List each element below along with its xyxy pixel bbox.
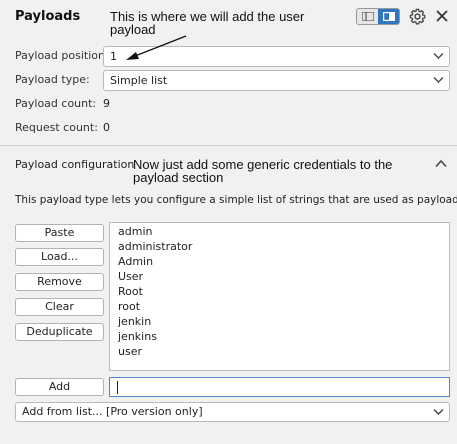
list-item[interactable]: jenkins [118, 329, 157, 344]
deduplicate-button[interactable]: Deduplicate [15, 323, 104, 341]
close-icon[interactable] [435, 9, 449, 23]
payload-type-select[interactable]: Simple list [103, 70, 450, 91]
payload-position-label: Payload position: [15, 49, 109, 62]
paste-button[interactable]: Paste [15, 224, 104, 242]
add-from-list-label: Add from list... [Pro version only] [22, 405, 203, 418]
add-from-list-select[interactable]: Add from list... [Pro version only] [15, 402, 450, 422]
chevron-down-icon [433, 409, 444, 415]
chevron-down-icon [433, 77, 444, 83]
gear-icon[interactable] [409, 8, 426, 25]
chevron-up-icon[interactable] [435, 159, 447, 168]
payload-count-value: 9 [103, 97, 110, 110]
add-button[interactable]: Add [15, 378, 104, 396]
payloads-panel: Payloads Payload position: 1 Payload typ… [0, 0, 457, 444]
view-toggle[interactable] [356, 8, 400, 25]
list-item[interactable]: root [118, 299, 140, 314]
panel-view-icon[interactable] [378, 9, 399, 24]
section-divider [0, 145, 457, 146]
payload-count-label: Payload count: [15, 97, 97, 110]
clear-button[interactable]: Clear [15, 298, 104, 316]
remove-button[interactable]: Remove [15, 273, 104, 291]
list-item[interactable]: admin [118, 224, 152, 239]
request-count-value: 0 [103, 121, 110, 134]
list-item[interactable]: user [118, 344, 142, 359]
payload-type-label: Payload type: [15, 73, 90, 86]
annotation-note-user-payload: This is where we will add the user paylo… [110, 9, 305, 37]
add-item-input[interactable] [109, 377, 450, 397]
payload-list[interactable]: admin administrator Admin User Root root… [109, 222, 450, 371]
list-item[interactable]: Root [118, 284, 143, 299]
annotation-note-credentials: Now just add some generic credentials to… [133, 157, 393, 185]
list-view-icon[interactable] [357, 9, 379, 24]
payload-configuration-title: Payload configuration [15, 158, 135, 171]
list-item[interactable]: jenkin [118, 314, 151, 329]
list-item[interactable]: Admin [118, 254, 153, 269]
text-caret [117, 381, 118, 394]
list-item[interactable]: User [118, 269, 143, 284]
request-count-label: Request count: [15, 121, 98, 134]
panel-title: Payloads [15, 9, 81, 24]
load-button[interactable]: Load... [15, 248, 104, 266]
payload-position-select[interactable]: 1 [103, 46, 450, 67]
payload-position-value: 1 [110, 50, 117, 63]
payload-type-value: Simple list [110, 74, 168, 87]
list-item[interactable]: administrator [118, 239, 192, 254]
payload-type-description: This payload type lets you configure a s… [15, 194, 457, 206]
chevron-down-icon [433, 53, 444, 59]
